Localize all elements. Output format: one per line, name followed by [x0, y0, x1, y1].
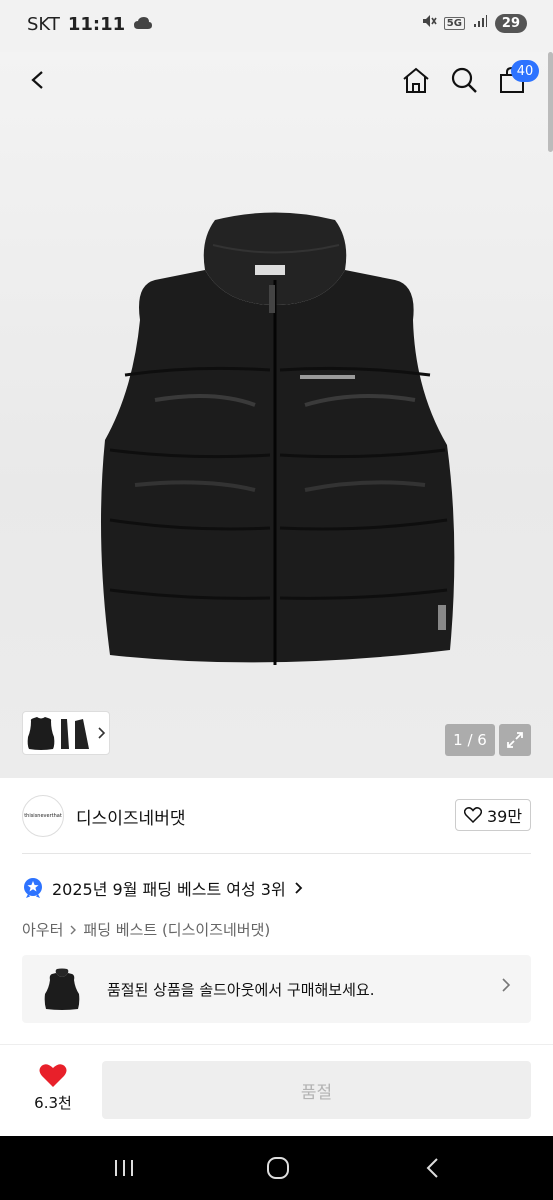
carrier-label: SKT: [27, 14, 60, 35]
chevron-right-icon: [98, 727, 106, 739]
chevron-right-icon: [295, 882, 302, 894]
back-arrow-icon: [426, 1158, 438, 1178]
network-label: 5G: [443, 16, 465, 30]
heart-outline-icon: [463, 807, 482, 823]
status-bar: SKT 11:11 5G 29: [0, 0, 553, 52]
soldout-text: 품절된 상품을 솔드아웃에서 구매해보세요.: [107, 980, 375, 999]
status-right: 5G 29: [421, 13, 527, 33]
wishlist-button[interactable]: 6.3천: [30, 1063, 76, 1113]
expand-button[interactable]: [499, 724, 531, 756]
expand-icon: [507, 732, 523, 748]
signal-icon: [472, 13, 488, 33]
home-icon: [403, 67, 429, 93]
back-nav-button[interactable]: [413, 1152, 453, 1184]
brand-like-button[interactable]: 39만: [455, 799, 531, 831]
home-button[interactable]: [396, 60, 436, 100]
breadcrumb-item[interactable]: 패딩 베스트 (디스이즈네버댓): [83, 919, 270, 940]
top-nav: [0, 52, 553, 108]
back-icon: [31, 71, 43, 89]
soldout-thumbnail: [32, 959, 92, 1019]
chevron-right-icon: [70, 925, 77, 934]
ranking-link[interactable]: 2025년 9월 패딩 베스트 여성 3위: [22, 876, 304, 900]
cloud-icon: [133, 14, 153, 35]
soldout-banner[interactable]: 품절된 상품을 솔드아웃에서 구매해보세요.: [22, 955, 531, 1023]
search-icon: [451, 67, 477, 93]
home-circle-icon: [267, 1157, 289, 1179]
ranking-badge-icon: [24, 878, 42, 898]
cart-count-badge: 40: [511, 60, 539, 82]
vest-illustration: [101, 212, 455, 665]
ranking-text: 2025년 9월 패딩 베스트 여성 3위: [52, 880, 286, 899]
system-nav-bar: [0, 1136, 553, 1200]
mute-icon: [421, 13, 437, 33]
recent-apps-icon: [115, 1160, 133, 1176]
brand-row: thisisneverthat 디스이즈네버댓 39만: [0, 778, 553, 854]
search-button[interactable]: [444, 60, 484, 100]
divider: [22, 853, 531, 854]
battery-indicator: 29: [494, 13, 527, 33]
brand-logo-text: thisisneverthat: [24, 813, 62, 819]
brand-name[interactable]: 디스이즈네버댓: [76, 804, 185, 829]
clock: 11:11: [67, 14, 126, 35]
breadcrumb-item[interactable]: 아우터: [22, 919, 63, 940]
status-left: SKT 11:11: [27, 14, 153, 35]
home-nav-button[interactable]: [258, 1152, 298, 1184]
wishlist-count: 6.3천: [34, 1094, 72, 1112]
back-button[interactable]: [18, 60, 58, 100]
heart-filled-icon: [39, 1064, 67, 1087]
chevron-right-icon: [502, 978, 511, 992]
thumbnail-strip[interactable]: [22, 711, 110, 755]
soldout-button[interactable]: 품절: [102, 1061, 531, 1119]
bottom-action-bar: 6.3천 품절: [0, 1044, 553, 1136]
recent-apps-button[interactable]: [104, 1152, 144, 1184]
brand-like-count: 39만: [486, 807, 523, 826]
image-counter: 1 / 6: [445, 724, 495, 756]
brand-logo[interactable]: thisisneverthat: [22, 795, 64, 837]
breadcrumb: 아우터 패딩 베스트 (디스이즈네버댓): [22, 919, 270, 940]
vest-thumbnail: [27, 717, 89, 750]
